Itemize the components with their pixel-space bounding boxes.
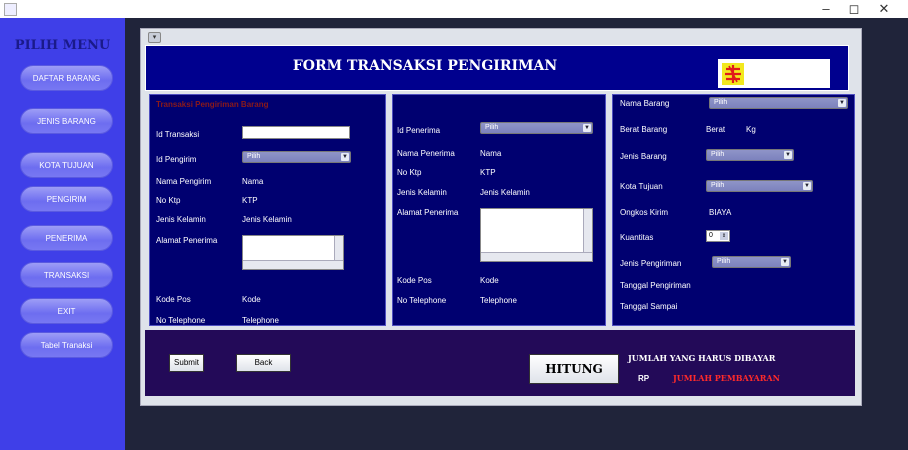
horizontal-scrollbar[interactable] xyxy=(481,252,592,261)
jenis-barang-value: Pilih xyxy=(711,151,725,158)
berat-unit: Kg xyxy=(746,125,756,134)
horizontal-scrollbar[interactable] xyxy=(243,260,343,269)
id-pengirim-value: Pilih xyxy=(247,153,261,160)
chevron-down-icon: ▼ xyxy=(583,124,591,132)
menu-pengirim-button[interactable]: PENGIRIM xyxy=(20,186,113,212)
chevron-down-icon: ▼ xyxy=(781,258,789,266)
kode-pos-label: Kode Pos xyxy=(156,295,191,304)
maximize-button[interactable]: ◻ xyxy=(840,0,868,18)
nama-barang-select[interactable]: Pilih ▼ xyxy=(709,97,848,109)
berat-barang-value: Berat xyxy=(706,125,726,134)
sender-panel-title: Transaksi Pengiriman Barang xyxy=(156,100,269,109)
kota-tujuan-label: Kota Tujuan xyxy=(620,182,663,191)
kuantitas-spinner[interactable]: 0 ⇕ xyxy=(706,230,730,242)
kuantitas-label: Kuantitas xyxy=(620,233,654,242)
jenis-pengiriman-select[interactable]: Pilih ▼ xyxy=(712,256,791,268)
app-icon xyxy=(4,3,17,16)
kode-pos-penerima-value: Kode xyxy=(480,276,499,285)
kuantitas-value: 0 xyxy=(709,232,713,239)
id-transaksi-label: Id Transaksi xyxy=(156,130,200,139)
id-penerima-value: Pilih xyxy=(485,124,499,131)
submit-button[interactable]: Submit xyxy=(169,354,204,372)
back-button[interactable]: Back xyxy=(236,354,291,372)
chevron-down-icon: ▼ xyxy=(838,99,846,107)
chevron-down-icon: ▼ xyxy=(784,151,792,159)
no-ktp-value: KTP xyxy=(242,196,258,205)
hitung-button[interactable]: HITUNG xyxy=(529,354,619,384)
window-titlebar xyxy=(0,0,908,18)
jenis-barang-select[interactable]: Pilih ▼ xyxy=(706,149,794,161)
no-ktp-penerima-value: KTP xyxy=(480,168,496,177)
nama-penerima-label: Nama Penerima xyxy=(397,149,455,158)
id-pengirim-select[interactable]: Pilih ▼ xyxy=(242,151,351,163)
tanggal-pengiriman-label: Tanggal Pengiriman xyxy=(620,281,691,290)
id-penerima-select[interactable]: Pilih ▼ xyxy=(480,122,593,134)
jenis-kelamin-penerima-value: Jenis Kelamin xyxy=(480,188,530,197)
jenis-kelamin-penerima-label: Jenis Kelamin xyxy=(397,188,447,197)
menu-kota-tujuan-button[interactable]: KOTA TUJUAN xyxy=(20,152,113,178)
telephone-value: Telephone xyxy=(242,316,279,325)
jenis-kelamin-value: Jenis Kelamin xyxy=(242,215,292,224)
menu-transaksi-button[interactable]: TRANSAKSI xyxy=(20,262,113,288)
jenis-pengiriman-value: Pilih xyxy=(717,258,731,265)
id-penerima-label: Id Penerima xyxy=(397,126,441,135)
form-title: FORM TRANSAKSI PENGIRIMAN xyxy=(292,58,558,74)
total-value: JUMLAH PEMBAYARAN xyxy=(673,373,780,383)
currency-label: RP xyxy=(638,374,650,383)
menu-penerima-button[interactable]: PENERIMA xyxy=(20,225,113,251)
nama-penerima-value: Nama xyxy=(480,149,502,158)
telephone-label: No Telephone xyxy=(156,316,206,325)
no-ktp-label: No Ktp xyxy=(156,196,181,205)
ongkos-kirim-label: Ongkos Kirim xyxy=(620,208,669,217)
chevron-down-icon: ▼ xyxy=(341,153,349,161)
tanggal-sampai-label: Tanggal Sampai xyxy=(620,302,678,311)
kode-pos-penerima-label: Kode Pos xyxy=(397,276,432,285)
frame-menu-icon[interactable]: ▾ xyxy=(148,32,161,43)
telephone-penerima-value: Telephone xyxy=(480,296,517,305)
id-transaksi-input[interactable] xyxy=(242,126,350,139)
minimize-button[interactable]: – xyxy=(812,0,840,18)
menu-exit-button[interactable]: EXIT xyxy=(20,298,113,324)
nama-pengirim-value: Nama xyxy=(242,177,264,186)
alamat-textarea[interactable] xyxy=(242,235,344,270)
menu-tabel-transaksi-button[interactable]: Tabel Tranaksi xyxy=(20,332,113,358)
nama-barang-label: Nama Barang xyxy=(620,99,670,108)
jenis-kelamin-label: Jenis Kelamin xyxy=(156,215,206,224)
jenis-barang-label: Jenis Barang xyxy=(620,152,667,161)
nama-barang-value: Pilih xyxy=(714,99,728,106)
kota-tujuan-select[interactable]: Pilih ▼ xyxy=(706,180,813,192)
alamat-label: Alamat Penerima xyxy=(156,236,218,245)
company-logo xyxy=(722,63,744,85)
sidebar-title: PILIH MENU xyxy=(14,38,111,53)
jenis-pengiriman-label: Jenis Pengiriman xyxy=(620,259,682,268)
spinner-arrows-icon[interactable]: ⇕ xyxy=(720,232,728,240)
ongkos-kirim-value: BIAYA xyxy=(709,208,732,217)
menu-jenis-barang-button[interactable]: JENIS BARANG xyxy=(20,108,113,134)
telephone-penerima-label: No Telephone xyxy=(397,296,447,305)
chevron-down-icon: ▼ xyxy=(803,182,811,190)
nama-pengirim-label: Nama Pengirim xyxy=(156,177,212,186)
id-pengirim-label: Id Pengirim xyxy=(156,155,197,164)
alamat-penerima-label: Alamat Penerima xyxy=(397,208,459,217)
close-button[interactable]: ✕ xyxy=(870,0,898,18)
kota-tujuan-value: Pilih xyxy=(711,182,725,189)
berat-barang-label: Berat Barang xyxy=(620,125,668,134)
alamat-penerima-textarea[interactable] xyxy=(480,208,593,262)
menu-daftar-barang-button[interactable]: DAFTAR BARANG xyxy=(20,65,113,91)
total-title: JUMLAH YANG HARUS DIBAYAR xyxy=(628,353,776,363)
kode-pos-value: Kode xyxy=(242,295,261,304)
no-ktp-penerima-label: No Ktp xyxy=(397,168,422,177)
